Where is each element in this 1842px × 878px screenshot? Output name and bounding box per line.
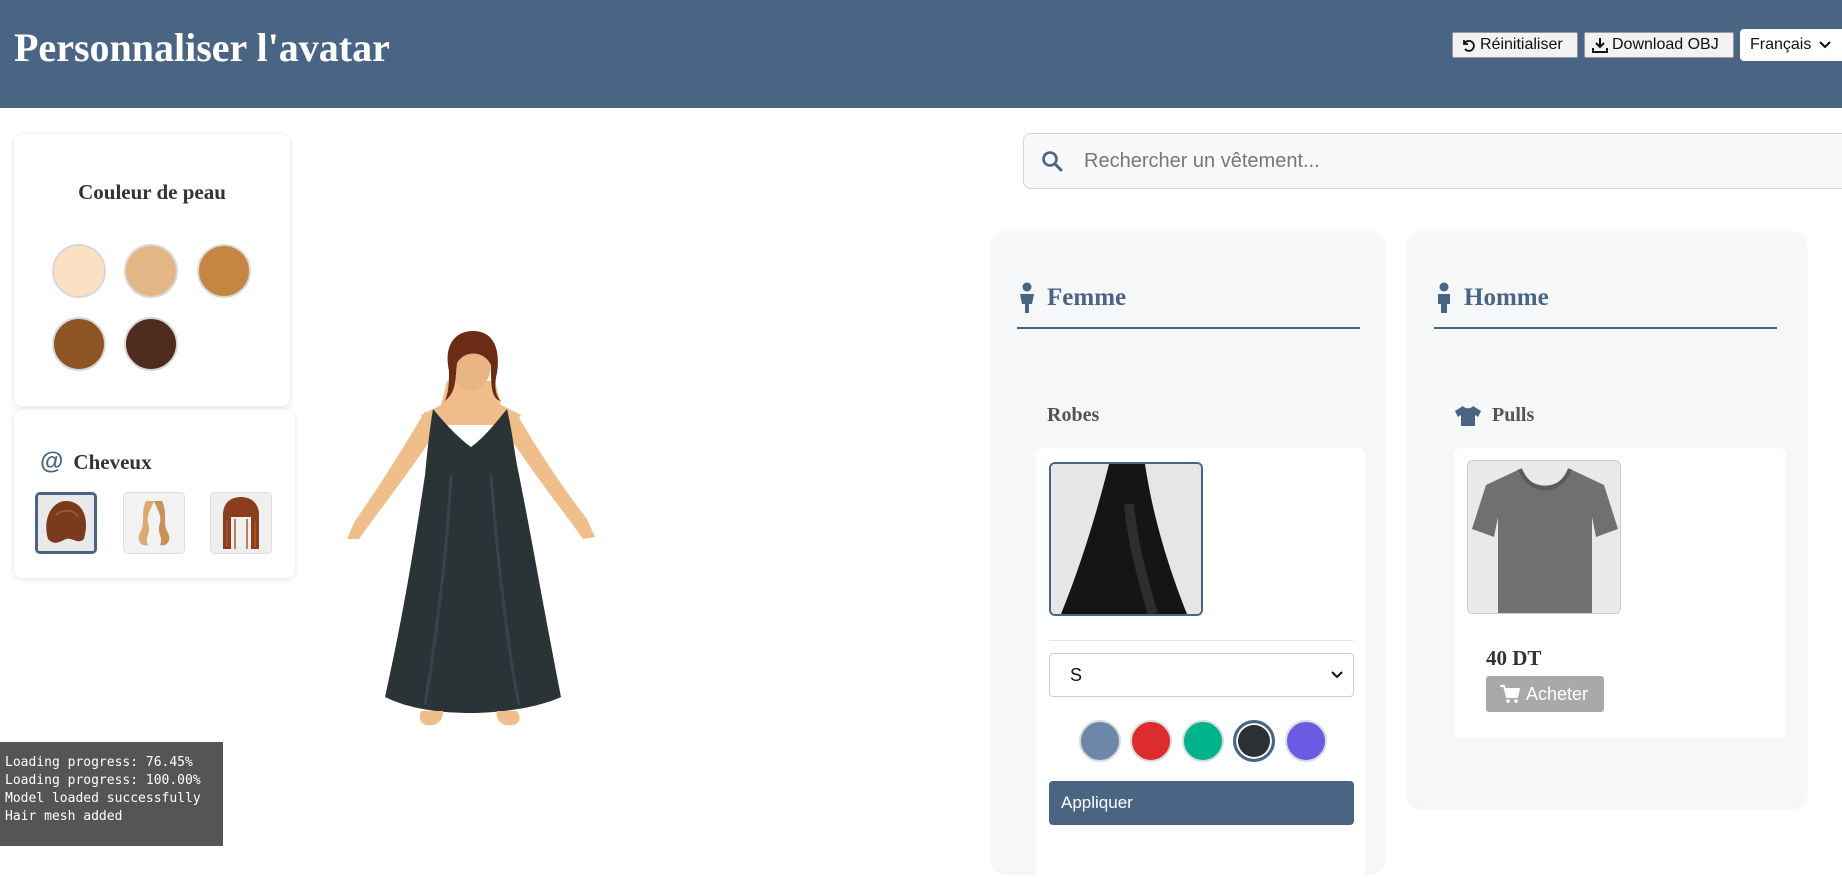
short-hair-icon (38, 495, 94, 551)
homme-column: Homme Pulls 40 DT Acheter (1408, 232, 1806, 807)
hair-title: @ Cheveux (40, 448, 152, 476)
card-divider (1049, 640, 1353, 641)
skin-color-panel: Couleur de peau (14, 134, 290, 406)
color-option[interactable] (1182, 720, 1224, 762)
long-straight-hair-icon (211, 493, 271, 553)
male-person-icon (1438, 282, 1450, 313)
homme-title: Homme (1464, 284, 1549, 311)
grey-tshirt-thumbnail[interactable] (1467, 460, 1621, 614)
log-line: Loading progress: 76.45% (5, 755, 193, 770)
cart-icon (1500, 685, 1520, 703)
download-obj-button[interactable]: Download OBJ (1584, 32, 1734, 58)
color-option[interactable] (1079, 720, 1121, 762)
at-sign-icon: @ (40, 448, 64, 475)
loading-log: Loading progress: 76.45% Loading progres… (0, 742, 223, 846)
skin-swatch[interactable] (52, 244, 106, 298)
skin-swatch[interactable] (197, 244, 251, 298)
log-line: Loading progress: 100.00% (5, 773, 201, 788)
tshirt-image (1468, 461, 1620, 613)
hair-option-long-auburn[interactable] (210, 492, 272, 554)
black-dress-thumbnail[interactable] (1049, 462, 1203, 616)
undo-icon (1463, 39, 1475, 52)
app-header: Personnaliser l'avatar Réinitialiser Dow… (0, 0, 1842, 108)
search-box[interactable]: Rechercher un vêtement... (1023, 133, 1842, 189)
hair-title-label: Cheveux (73, 449, 152, 474)
buy-label: Acheter (1526, 683, 1589, 704)
homme-header: Homme (1434, 282, 1549, 314)
log-line: Model loaded successfully (5, 791, 201, 806)
search-icon (1042, 151, 1063, 172)
apply-button[interactable]: Appliquer (1049, 781, 1354, 825)
female-person-icon (1020, 282, 1034, 313)
dress-image (1051, 464, 1201, 614)
price-label: 40 DT (1486, 646, 1542, 670)
homme-divider (1434, 327, 1777, 329)
skin-swatch[interactable] (124, 244, 178, 298)
size-select[interactable]: S (1049, 653, 1354, 697)
buy-button[interactable]: Acheter (1486, 676, 1604, 712)
chevron-down-icon (1331, 671, 1343, 679)
robes-category-title: Robes (1047, 404, 1099, 427)
hair-option-long-blonde[interactable] (123, 492, 185, 554)
size-selected: S (1070, 664, 1083, 685)
color-option-selected[interactable] (1233, 720, 1275, 762)
log-line: Hair mesh added (5, 809, 123, 824)
tshirt-icon (1455, 405, 1481, 426)
search-input[interactable]: Rechercher un vêtement... (1084, 150, 1320, 173)
femme-title: Femme (1047, 284, 1127, 311)
pulls-category-title: Pulls (1454, 404, 1534, 427)
color-option[interactable] (1285, 720, 1327, 762)
reset-button[interactable]: Réinitialiser (1452, 32, 1578, 58)
skin-swatch[interactable] (52, 317, 106, 371)
femme-header: Femme (1017, 282, 1126, 314)
pull-card: 40 DT Acheter (1454, 448, 1786, 738)
avatar-figure (347, 331, 595, 726)
robes-label: Robes (1047, 404, 1100, 426)
page-title: Personnaliser l'avatar (14, 25, 390, 70)
skin-swatch[interactable] (124, 317, 178, 371)
reset-label: Réinitialiser (1480, 36, 1563, 53)
avatar-3d-viewport[interactable] (325, 325, 615, 770)
color-option[interactable] (1130, 720, 1172, 762)
hair-option-short-auburn[interactable] (35, 492, 97, 554)
hair-panel: @ Cheveux (14, 410, 295, 578)
robe-card: S Appliquer (1036, 448, 1366, 878)
language-selected: Français (1750, 36, 1812, 53)
long-wavy-hair-icon (124, 493, 184, 553)
download-label: Download OBJ (1612, 36, 1719, 53)
chevron-down-icon (1819, 41, 1832, 49)
skin-color-title: Couleur de peau (78, 180, 226, 204)
language-select[interactable]: Français (1740, 29, 1842, 61)
pulls-label: Pulls (1492, 404, 1535, 426)
femme-column: Femme Robes S Appliquer (992, 232, 1384, 878)
femme-divider (1017, 327, 1360, 329)
download-icon (1592, 38, 1608, 53)
